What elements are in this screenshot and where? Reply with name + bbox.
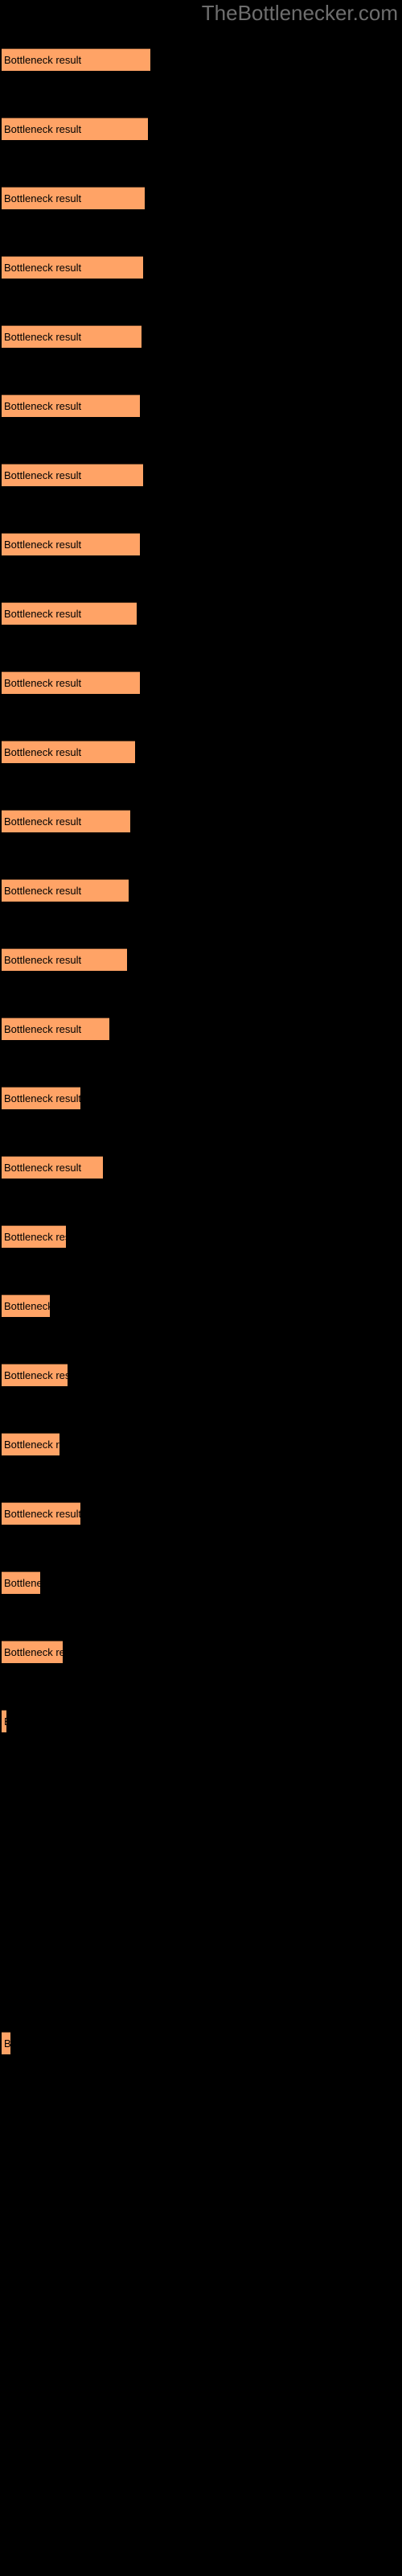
bar-label: Bottleneck result — [4, 745, 82, 758]
bottleneck-result-bar[interactable]: Bottleneck result — [2, 1502, 80, 1525]
bottleneck-result-bar[interactable]: Bottleneck result — [2, 671, 140, 694]
bar-label: Bottleneck result — [4, 1438, 59, 1451]
bar-label: Bottleneck result — [4, 2037, 10, 2050]
bar-label: Bottleneck result — [4, 399, 82, 412]
bottleneck-result-bar[interactable]: Bottleneck result — [2, 48, 150, 71]
bottleneck-result-bar[interactable]: Bottleneck result — [2, 1087, 80, 1109]
bottleneck-result-bar[interactable]: Bottleneck result — [2, 118, 148, 140]
bar-label: Bottleneck result — [4, 815, 82, 828]
bottleneck-result-bar[interactable]: Bottleneck result — [2, 1364, 68, 1386]
bottleneck-result-bar[interactable]: Bottleneck result — [2, 533, 140, 555]
bottleneck-result-bar[interactable]: Bottleneck result — [2, 187, 145, 209]
bar-label: Bottleneck result — [4, 1022, 82, 1035]
bottleneck-result-bar[interactable]: Bottleneck result — [2, 810, 130, 832]
bottleneck-result-bar[interactable]: Bottleneck result — [2, 1294, 50, 1317]
bottleneck-result-bar[interactable]: Bottleneck result — [2, 879, 129, 902]
bottleneck-result-bar[interactable]: Bottleneck result — [2, 1571, 40, 1594]
bar-label: Bottleneck result — [4, 53, 82, 66]
bottleneck-result-bar[interactable]: Bottleneck result — [2, 741, 135, 763]
bottleneck-result-bar[interactable]: Bottleneck result — [2, 602, 137, 625]
bar-label: Bottleneck result — [4, 607, 82, 620]
bar-label: Bottleneck result — [4, 261, 82, 274]
bar-label: Bottleneck result — [4, 1092, 80, 1104]
bar-label: Bottleneck result — [4, 1368, 68, 1381]
bar-label: Bottleneck result — [4, 538, 82, 551]
bottleneck-bar-chart: Bottleneck result Bottleneck result Bottle… — [0, 0, 402, 2576]
bottleneck-result-bar[interactable]: Bottleneck result — [2, 256, 143, 279]
bottleneck-result-bar[interactable]: Bottleneck result — [2, 1710, 6, 1732]
bar-label: Bottleneck result — [4, 1507, 80, 1520]
bar-label: Bottleneck result — [4, 1715, 6, 1728]
bar-label: Bottleneck result — [4, 676, 82, 689]
bottleneck-result-bar[interactable]: Bottleneck result — [2, 394, 140, 417]
bottleneck-result-bar[interactable]: Bottleneck result — [2, 464, 143, 486]
bottleneck-result-bar[interactable]: Bottleneck result — [2, 2032, 10, 2054]
bottleneck-result-bar[interactable]: Bottleneck result — [2, 325, 142, 348]
bottleneck-result-bar[interactable]: Bottleneck result — [2, 1641, 63, 1663]
bar-label: Bottleneck result — [4, 1230, 66, 1243]
bottleneck-result-bar[interactable]: Bottleneck result — [2, 1225, 66, 1248]
bottleneck-result-bar[interactable]: Bottleneck result — [2, 948, 127, 971]
bottleneck-result-bar[interactable]: Bottleneck result — [2, 1156, 103, 1179]
bar-label: Bottleneck result — [4, 122, 82, 135]
bar-label: Bottleneck result — [4, 884, 82, 897]
bar-label: Bottleneck result — [4, 1299, 50, 1312]
bar-label: Bottleneck result — [4, 1161, 82, 1174]
bottleneck-result-bar[interactable]: Bottleneck result — [2, 1433, 59, 1455]
bar-label: Bottleneck result — [4, 1576, 40, 1589]
bar-label: Bottleneck result — [4, 469, 82, 481]
bar-label: Bottleneck result — [4, 192, 82, 204]
bar-label: Bottleneck result — [4, 1645, 63, 1658]
bar-label: Bottleneck result — [4, 330, 82, 343]
bottleneck-result-bar[interactable]: Bottleneck result — [2, 1018, 109, 1040]
bar-label: Bottleneck result — [4, 953, 82, 966]
